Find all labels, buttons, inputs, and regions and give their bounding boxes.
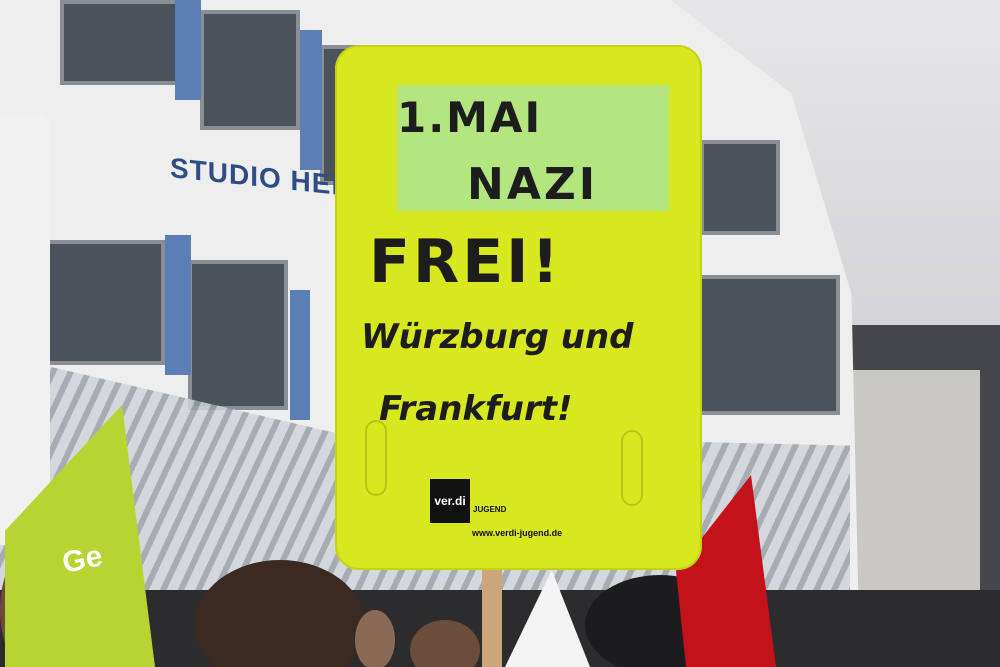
- white-placard-edge: [0, 115, 50, 545]
- verdi-logo: ver.di: [430, 479, 470, 523]
- placard-line-2: NAZI: [467, 159, 599, 210]
- photo-scene: STUDIO HEILBRONN Ge 1.MAI NAZI FREI! Wür…: [0, 0, 1000, 667]
- protest-placard: 1.MAI NAZI FREI! Würzburg und Frankfurt!…: [335, 45, 702, 570]
- verdi-logo-sub: JUGEND: [473, 505, 507, 514]
- placard-line-4: Würzburg und: [361, 317, 634, 357]
- building-window: [690, 275, 840, 415]
- person-head: [355, 610, 395, 667]
- placard-slot: [621, 430, 643, 506]
- placard-line-5: Frankfurt!: [379, 389, 573, 429]
- building-window: [188, 260, 288, 410]
- facade-stripe: [165, 235, 191, 375]
- verdi-url: www.verdi-jugend.de: [472, 528, 563, 538]
- building-window: [200, 10, 300, 130]
- person-head: [410, 620, 480, 667]
- facade-stripe: [175, 0, 201, 100]
- placard-line-1: 1.MAI: [397, 93, 543, 142]
- facade-stripe: [300, 30, 322, 170]
- building-window: [60, 0, 180, 85]
- building-window: [35, 240, 165, 365]
- facade-stripe: [290, 290, 310, 420]
- placard-slot: [365, 420, 387, 496]
- placard-line-3: FREI!: [369, 227, 562, 297]
- building-window: [700, 140, 780, 235]
- placard-pole: [482, 565, 502, 667]
